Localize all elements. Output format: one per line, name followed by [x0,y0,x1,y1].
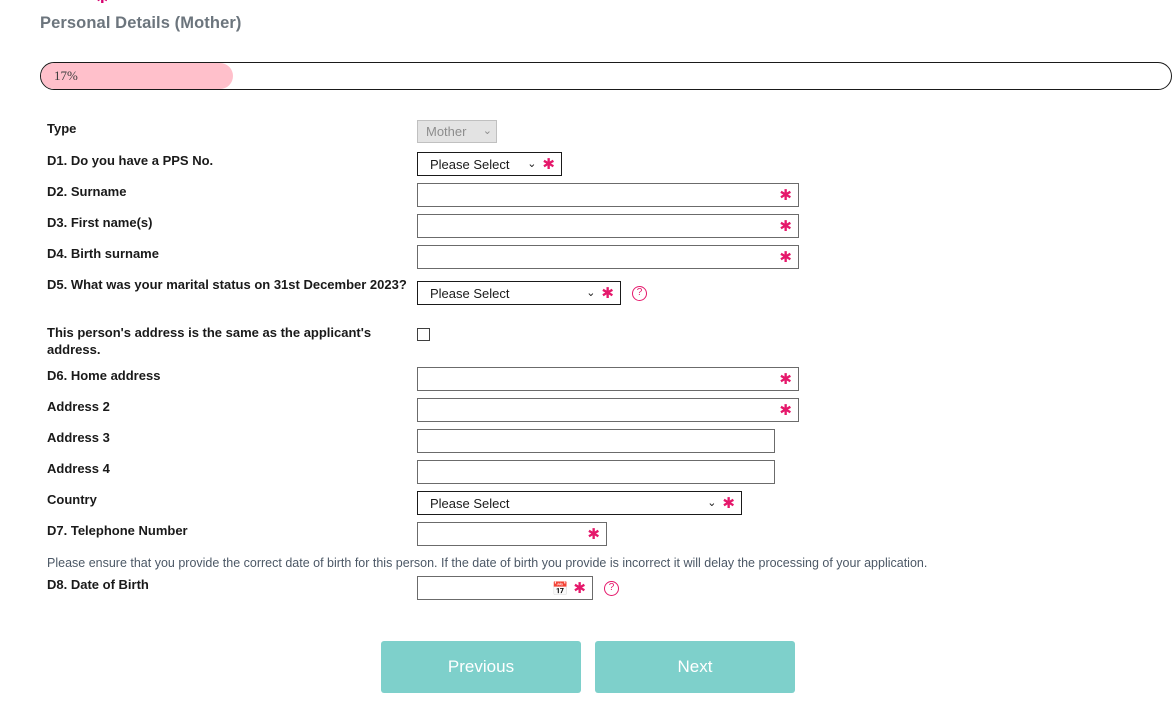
calendar-icon[interactable]: 📅 [552,582,568,595]
next-button[interactable]: Next [595,641,795,693]
form-row-d3: D3. First name(s) ✱ [0,214,1176,245]
label-d4: D4. Birth surname [0,245,417,262]
required-asterisk: ✱ [587,527,600,542]
address4-input[interactable] [417,460,775,484]
form-row-d1: D1. Do you have a PPS No. Please Select … [0,152,1176,183]
required-asterisk: ✱ [779,403,792,418]
country-select[interactable]: Please Select ⌄ ✱ [417,491,742,515]
home-address-input[interactable]: ✱ [417,367,799,391]
label-address4: Address 4 [0,460,417,477]
form-row-type: Type Mother ⌄ [0,120,1176,152]
same-address-checkbox[interactable] [417,328,430,341]
chevron-down-icon: ⌄ [483,126,492,137]
label-type: Type [0,120,417,137]
required-asterisk: ✱ [601,286,614,301]
type-select-value: Mother [426,124,479,139]
label-d3: D3. First name(s) [0,214,417,231]
required-asterisk: ✱ [722,496,735,511]
country-select-value: Please Select [430,496,699,511]
progress-bar-fill: 17% [41,63,233,89]
previous-button[interactable]: Previous [381,641,581,693]
label-address3: Address 3 [0,429,417,446]
date-of-birth-input[interactable]: 📅 ✱ [417,576,593,600]
form-row-same-address: This person's address is the same as the… [0,324,1176,367]
marital-status-select-value: Please Select [430,286,578,301]
required-asterisk: ✱ [779,219,792,234]
form-row-address3: Address 3 [0,429,1176,460]
form-row-d4: D4. Birth surname ✱ [0,245,1176,276]
form-row-d2: D2. Surname ✱ [0,183,1176,214]
label-d2: D2. Surname [0,183,417,200]
dob-notice: Please ensure that you provide the corre… [0,554,1176,572]
label-same-address: This person's address is the same as the… [0,324,417,358]
help-icon[interactable]: ? [604,581,619,596]
form-row-country: Country Please Select ⌄ ✱ [0,491,1176,522]
required-asterisk: ✱ [779,188,792,203]
address2-input[interactable]: ✱ [417,398,799,422]
surname-input[interactable]: ✱ [417,183,799,207]
first-names-input[interactable]: ✱ [417,214,799,238]
form-row-d5: D5. What was your marital status on 31st… [0,276,1176,324]
required-asterisk: ✱ [779,250,792,265]
label-d8: D8. Date of Birth [0,576,417,593]
form-row-d8: D8. Date of Birth 📅 ✱ ? [0,576,1176,609]
chevron-down-icon: ⌄ [707,498,716,509]
required-asterisk: ✱ [573,581,586,596]
required-asterisk: ✱ [779,372,792,387]
label-d7: D7. Telephone Number [0,522,417,539]
form-row-address2: Address 2 ✱ [0,398,1176,429]
personal-details-form: Type Mother ⌄ D1. Do you have a PPS No. … [0,120,1176,609]
form-row-address4: Address 4 [0,460,1176,491]
help-icon[interactable]: ? [632,286,647,301]
form-row-d6: D6. Home address ✱ [0,367,1176,398]
label-d5: D5. What was your marital status on 31st… [0,276,417,293]
form-actions: Previous Next [0,641,1176,693]
page-title: Personal Details (Mother) [40,14,241,33]
pps-select[interactable]: Please Select ⌄ ✱ [417,152,562,176]
label-d1: D1. Do you have a PPS No. [0,152,417,169]
chevron-down-icon: ⌄ [527,159,536,170]
type-select[interactable]: Mother ⌄ [417,120,497,143]
progress-percent-label: 17% [54,68,78,84]
form-row-d7: D7. Telephone Number ✱ [0,522,1176,554]
progress-bar: 17% [40,62,1172,90]
label-d6: D6. Home address [0,367,417,384]
label-address2: Address 2 [0,398,417,415]
required-asterisk: ✱ [542,157,555,172]
birth-surname-input[interactable]: ✱ [417,245,799,269]
chevron-down-icon: ⌄ [586,288,595,299]
pps-select-value: Please Select [430,157,519,172]
asterisk-icon: ✱ [96,0,107,4]
label-country: Country [0,491,417,508]
marital-status-select[interactable]: Please Select ⌄ ✱ [417,281,621,305]
telephone-input[interactable]: ✱ [417,522,607,546]
address3-input[interactable] [417,429,775,453]
